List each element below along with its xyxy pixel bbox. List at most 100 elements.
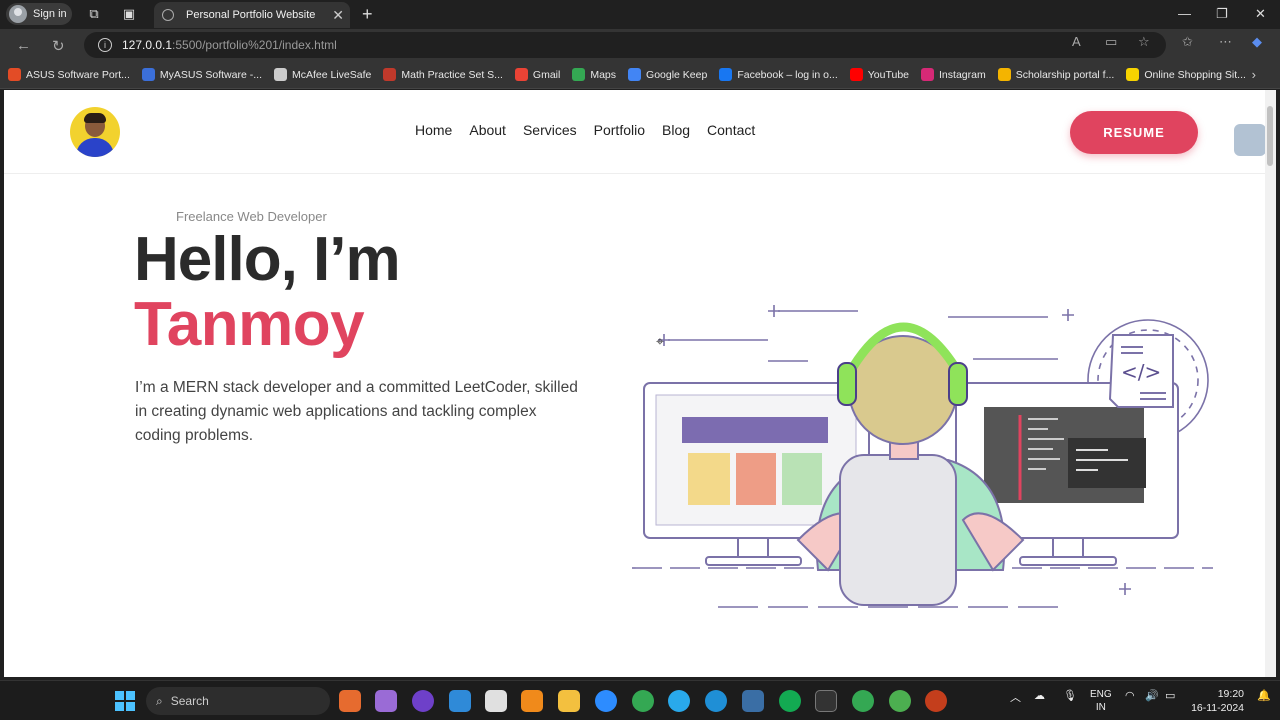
bookmark-favicon-icon (273, 68, 287, 81)
avatar-logo[interactable] (70, 107, 120, 157)
terminal-icon[interactable] (815, 690, 837, 712)
bookmark-label: MyASUS Software -... (159, 68, 262, 81)
volume-icon[interactable]: 🔊 (1145, 689, 1159, 702)
nav-link-services[interactable]: Services (523, 122, 577, 138)
bookmark-item[interactable]: YouTube (849, 68, 909, 81)
bookmark-item[interactable]: Facebook – log in o... (719, 68, 838, 81)
bookmarks-bar: ASUS Software Port... MyASUS Software -..… (0, 61, 1280, 89)
bookmark-label: Scholarship portal f... (1015, 68, 1115, 81)
bookmark-favicon-icon (997, 68, 1011, 81)
profile-icon (9, 5, 27, 23)
hero-name: Tanmoy (134, 290, 365, 359)
close-tab-icon[interactable]: ✕ (332, 7, 344, 24)
bookmark-item[interactable]: Gmail (514, 68, 560, 81)
powerpoint-icon[interactable] (925, 690, 947, 712)
wifi-icon[interactable]: ◠ (1125, 689, 1135, 702)
bookmark-item[interactable]: Online Shopping Sit... (1126, 68, 1246, 81)
battery-icon[interactable]: ▭ (1165, 689, 1175, 702)
profile-signin-button[interactable]: Sign in (6, 3, 72, 25)
workspaces-icon[interactable]: ⧉ (86, 6, 102, 22)
bookmark-favicon-icon (141, 68, 155, 81)
restore-icon[interactable]: ❐ (1216, 6, 1228, 22)
telegram-icon[interactable] (668, 690, 690, 712)
bookmark-favicon-icon (514, 68, 528, 81)
nav-link-portfolio[interactable]: Portfolio (594, 122, 645, 138)
tab-title: Personal Portfolio Website (186, 9, 316, 21)
taskbar-search-label: Search (170, 694, 209, 708)
site-info-icon[interactable]: i (98, 38, 112, 52)
code-badge-text: </> (1121, 360, 1161, 384)
bookmarks-overflow-icon[interactable]: › (1252, 67, 1256, 82)
taskbar-search[interactable]: ⌕ Search (146, 687, 330, 715)
file-explorer-icon[interactable] (558, 690, 580, 712)
app-icon[interactable] (742, 690, 764, 712)
back-icon[interactable]: ← (16, 37, 31, 54)
bookmark-label: Facebook – log in o... (737, 68, 838, 81)
hero-bio: I’m a MERN stack developer and a committ… (135, 379, 578, 444)
refresh-icon[interactable]: ↻ (52, 37, 65, 55)
site-header: Home About Services Portfolio Blog Contact RE… (4, 90, 1265, 174)
bookmark-item[interactable]: Math Practice Set S... (383, 68, 503, 81)
language-indicator[interactable]: ENG IN (1090, 688, 1112, 714)
show-hidden-icons-icon[interactable]: ︿ (1010, 689, 1021, 705)
bookmark-item[interactable]: Google Keep (628, 68, 707, 81)
url-host: 127.0.0.1 (122, 38, 173, 52)
chrome-icon[interactable] (632, 690, 654, 712)
copilot-app-icon[interactable] (375, 690, 397, 712)
notepad-icon[interactable] (485, 690, 507, 712)
mongodb-icon[interactable] (779, 690, 801, 712)
firefox-icon[interactable] (339, 690, 361, 712)
search-icon: ⌕ (156, 693, 163, 708)
minimize-icon[interactable]: — (1178, 6, 1191, 21)
read-aloud-icon[interactable]: A (1072, 34, 1081, 49)
bookmark-label: Google Keep (646, 68, 708, 81)
onedrive-icon[interactable]: ☁ (1034, 689, 1045, 702)
page-scrollbar[interactable] (1265, 90, 1276, 677)
more-menu-icon[interactable]: ⋯ (1219, 34, 1232, 50)
favorite-star-icon[interactable]: ☆ (1138, 34, 1150, 50)
nav-link-about[interactable]: About (469, 122, 506, 138)
github-icon[interactable] (412, 690, 434, 712)
start-icon[interactable] (115, 691, 135, 711)
bookmark-favicon-icon (628, 68, 642, 81)
chrome-profile-icon[interactable] (852, 690, 874, 712)
bookmark-item[interactable]: Instagram (921, 68, 986, 81)
tab-actions-icon[interactable]: ▣ (121, 6, 137, 22)
chrome-dev-icon[interactable] (889, 690, 911, 712)
tab-portfolio[interactable]: Personal Portfolio Website ✕ (154, 2, 350, 28)
microphone-icon[interactable]: 🎙 (1063, 689, 1077, 702)
bookmark-favicon-icon (849, 68, 863, 81)
lang-line2: IN (1095, 702, 1106, 713)
hero-tagline: Freelance Web Developer (176, 209, 327, 224)
floating-tool-icon[interactable] (1234, 124, 1265, 156)
bookmark-favicon-icon (1126, 68, 1140, 81)
copilot-icon[interactable]: ◆ (1252, 34, 1262, 50)
bookmark-label: Maps (590, 68, 617, 81)
nav-link-blog[interactable]: Blog (662, 122, 690, 138)
bookmark-item[interactable]: Scholarship portal f... (997, 68, 1115, 81)
clock-time: 19:20 (1217, 688, 1244, 700)
zoom-icon[interactable] (595, 690, 617, 712)
bookmark-favicon-icon (572, 68, 586, 81)
resume-button[interactable]: RESUME (1070, 111, 1198, 154)
bookmark-item[interactable]: ASUS Software Port... (8, 68, 130, 81)
new-tab-icon[interactable]: + (362, 4, 373, 25)
browser-tab-bar: Sign in ⧉ ▣ Personal Portfolio Website ✕… (0, 0, 1280, 29)
favorites-icon[interactable]: ✩ (1182, 34, 1193, 50)
vlc-icon[interactable] (521, 690, 543, 712)
nav-link-contact[interactable]: Contact (707, 122, 755, 138)
edge-icon[interactable] (705, 690, 727, 712)
vscode-icon[interactable] (449, 690, 471, 712)
bookmark-item[interactable]: McAfee LiveSafe (273, 68, 371, 81)
nav-link-home[interactable]: Home (415, 122, 452, 138)
bookmark-label: ASUS Software Port... (26, 68, 130, 81)
notifications-icon[interactable]: 🔔 (1257, 689, 1271, 702)
tab-favicon-icon (162, 9, 174, 21)
bookmark-item[interactable]: Maps (572, 68, 616, 81)
bookmark-item[interactable]: MyASUS Software -... (141, 68, 262, 81)
close-window-icon[interactable]: ✕ (1255, 6, 1266, 22)
taskbar-clock[interactable]: 19:20 16-11-2024 (1184, 687, 1244, 715)
immersive-reader-icon[interactable]: ▭ (1105, 34, 1117, 50)
page-viewport: Home About Services Portfolio Blog Contact RE… (4, 90, 1265, 677)
address-bar[interactable]: i 127.0.0.1:5500/portfolio%201/index.htm… (84, 32, 1166, 58)
